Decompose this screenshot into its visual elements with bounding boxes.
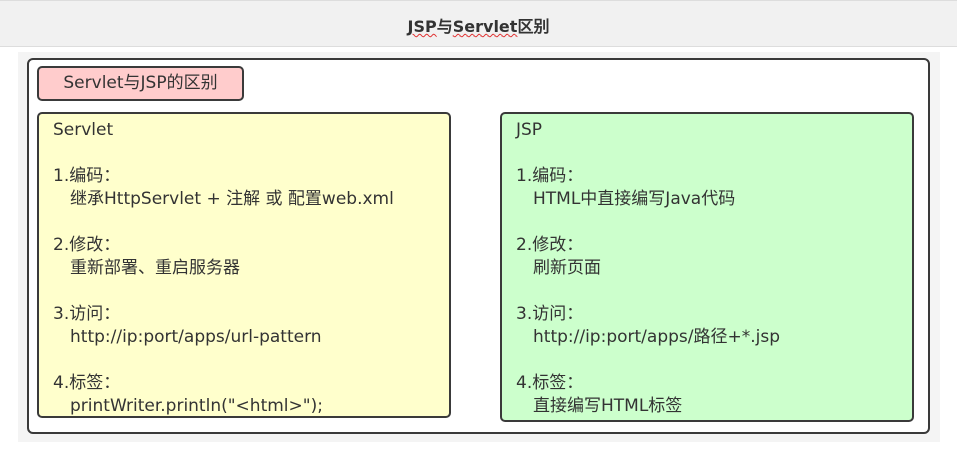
- jsp-box: JSP 1.编码： HTML中直接编写Java代码 2.修改： 刷新页面 3.访…: [500, 112, 914, 422]
- jsp-value-4: 直接编写HTML标签: [533, 396, 683, 416]
- jsp-value-1: HTML中直接编写Java代码: [533, 189, 736, 209]
- document-title: JSP与Servlet区别: [407, 17, 550, 36]
- jsp-value-3: http://ip:port/apps/路径+*.jsp: [533, 327, 780, 347]
- jsp-label-2: 2.修改：: [516, 235, 584, 255]
- servlet-value-1: 继承HttpServlet + 注解 或 配置web.xml: [70, 189, 394, 209]
- jsp-title: JSP: [516, 120, 543, 140]
- jsp-label-1: 1.编码：: [516, 166, 584, 186]
- servlet-label-1: 1.编码：: [53, 166, 121, 186]
- servlet-value-2: 重新部署、重启服务器: [70, 258, 240, 278]
- jsp-label-4: 4.标签：: [516, 373, 584, 393]
- jsp-value-2: 刷新页面: [533, 258, 601, 278]
- servlet-label-4: 4.标签：: [53, 373, 121, 393]
- servlet-label-3: 3.访问：: [53, 304, 121, 324]
- servlet-title: Servlet: [53, 120, 114, 140]
- servlet-box: Servlet 1.编码： 继承HttpServlet + 注解 或 配置web…: [37, 112, 451, 418]
- document-header: JSP与Servlet区别: [0, 0, 957, 47]
- servlet-value-4: printWriter.println("<html>");: [70, 396, 323, 416]
- servlet-value-3: http://ip:port/apps/url-pattern: [70, 327, 322, 347]
- jsp-label-3: 3.访问：: [516, 304, 584, 324]
- servlet-label-2: 2.修改：: [53, 235, 121, 255]
- diagram-title-box: Servlet与JSP的区别: [37, 66, 244, 101]
